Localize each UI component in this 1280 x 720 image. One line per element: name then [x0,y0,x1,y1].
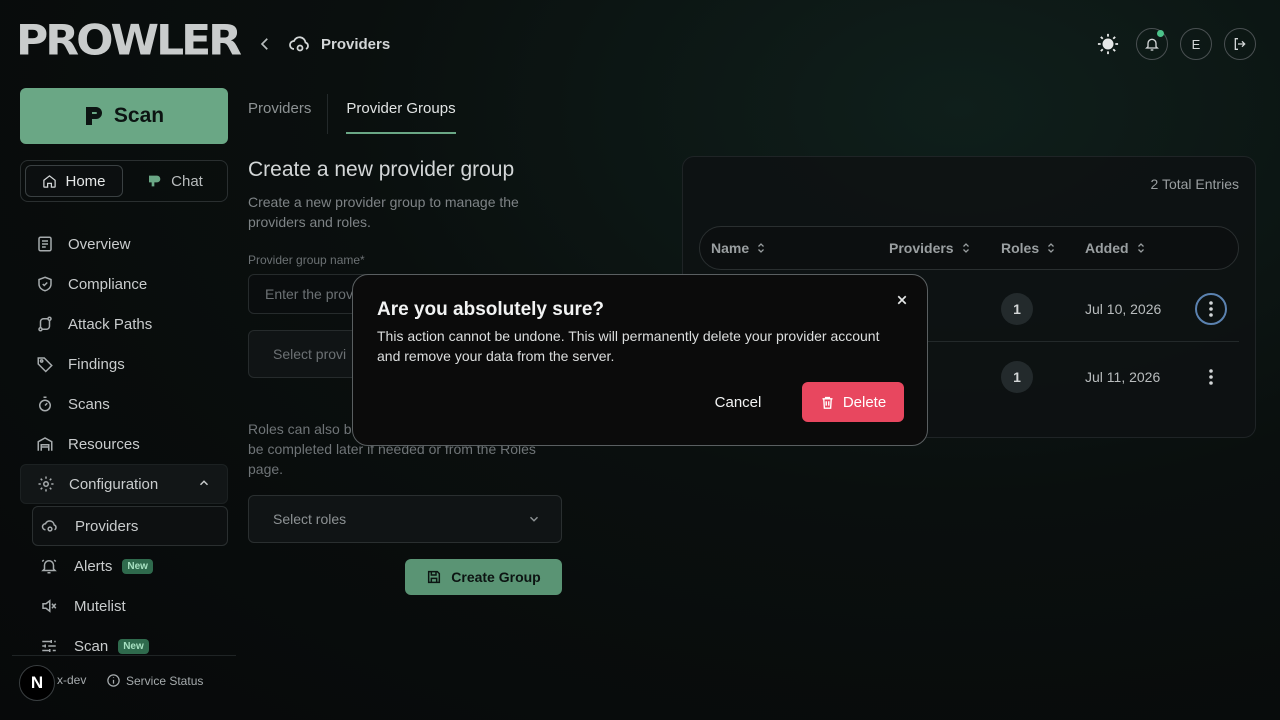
sidebar-item-scans[interactable]: Scans [20,384,228,424]
sidebar-item-overview[interactable]: Overview [20,224,228,264]
roles-count: 1 [1001,293,1033,325]
prowler-logo[interactable]: PROWLER [16,20,242,62]
new-badge: New [122,558,153,574]
back-button[interactable] [256,35,274,53]
sliders-icon [40,637,58,655]
sidebar-footer-divider [12,655,236,656]
sidebar-item-findings[interactable]: Findings [20,344,228,384]
segment-home[interactable]: Home [25,165,123,197]
provider-tabs: Providers Provider Groups [248,94,472,134]
dialog-message: This action cannot be undone. This will … [377,328,880,364]
sidebar-item-attack-paths[interactable]: Attack Paths [20,304,228,344]
save-icon [426,569,442,585]
sidebar-item-mutelist[interactable]: Mutelist [32,586,228,626]
cancel-button[interactable]: Cancel [705,382,771,422]
sidebar-item-resources[interactable]: Resources [20,424,228,464]
added-date: Jul 10, 2026 [1085,301,1162,317]
avatar[interactable]: N [19,665,55,701]
form-title: Create a new provider group [248,158,515,181]
column-added[interactable]: Added [1085,240,1147,256]
row-actions-button[interactable] [1195,293,1227,325]
sort-icon [1135,242,1147,254]
tag-icon [36,355,54,373]
chevron-left-icon [260,38,268,50]
close-icon [897,295,907,305]
close-button[interactable] [893,291,911,309]
column-providers[interactable]: Providers [889,240,972,256]
dialog-title: Are you absolutely sure? [377,299,605,320]
theme-toggle-button[interactable] [1092,28,1124,60]
chevron-down-icon [527,512,541,526]
sidebar-nav: Overview Compliance Attack Paths Finding… [20,224,228,666]
sidebar-item-compliance[interactable]: Compliance [20,264,228,304]
timer-icon [36,395,54,413]
chevron-up-icon [197,476,211,490]
select-roles-dropdown[interactable]: Select roles [248,495,562,543]
column-name[interactable]: Name [711,240,767,256]
more-vertical-icon [1209,301,1213,317]
delete-confirmation-dialog: Are you absolutely sure? This action can… [352,274,928,446]
notification-dot [1157,30,1164,37]
cloud-cog-icon [288,32,312,56]
bell-ring-icon [40,557,58,575]
info-icon [106,673,121,688]
form-description: Create a new provider group to manage th… [248,194,519,230]
added-date: Jul 11, 2026 [1085,369,1161,385]
prowler-p-icon [84,105,104,127]
gear-icon [37,475,55,493]
provider-group-name-label: Provider group name* [248,253,365,267]
table-header: Name Providers Roles Added [699,226,1239,270]
document-icon [36,235,54,253]
shield-check-icon [36,275,54,293]
home-icon [42,174,57,189]
home-chat-switch: Home Chat [20,160,228,202]
tab-provider-groups[interactable]: Provider Groups [346,100,456,134]
delete-button[interactable]: Delete [802,382,904,422]
sun-icon [1097,33,1119,55]
total-entries: 2 Total Entries [1150,176,1239,192]
sidebar-item-scan-config[interactable]: Scan New [32,626,228,666]
cloud-cog-icon [41,517,59,535]
route-icon [36,315,54,333]
sidebar-item-alerts[interactable]: Alerts New [32,546,228,586]
roles-count: 1 [1001,361,1033,393]
page-title: Providers [321,35,391,53]
bell-icon [1145,38,1159,51]
warehouse-icon [36,435,54,453]
service-status-link[interactable]: Service Status [106,673,203,688]
column-roles[interactable]: Roles [1001,240,1057,256]
sort-icon [755,242,767,254]
logout-button[interactable] [1224,28,1256,60]
user-menu-button[interactable]: E [1180,28,1212,60]
configuration-submenu: Providers Alerts New Mutelist Scan New [20,506,228,666]
scan-button[interactable]: Scan [20,88,228,144]
create-group-button[interactable]: Create Group [405,559,562,595]
new-badge: New [118,638,149,654]
volume-x-icon [40,597,58,615]
trash-icon [820,395,835,410]
row-actions-button[interactable] [1195,361,1227,393]
tab-divider [327,94,329,134]
more-vertical-icon [1209,369,1213,385]
sort-icon [960,242,972,254]
sidebar-item-configuration[interactable]: Configuration [20,464,228,504]
tab-providers[interactable]: Providers [248,100,311,134]
sort-icon [1045,242,1057,254]
notifications-button[interactable] [1136,28,1168,60]
logout-icon [1234,38,1246,50]
header-actions: E [1092,28,1256,60]
chat-icon [147,173,163,189]
sidebar-item-providers[interactable]: Providers [32,506,228,546]
breadcrumb: Providers [288,32,390,56]
org-name: x-dev [57,673,87,687]
segment-chat[interactable]: Chat [127,165,223,197]
